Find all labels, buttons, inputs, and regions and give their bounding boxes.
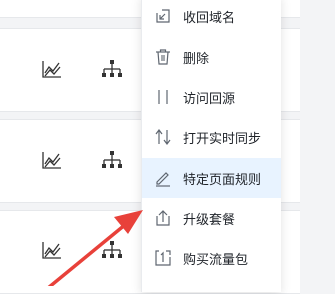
menu-item-buy-traffic[interactable]: 购买流量包 [142,238,281,278]
traffic-pack-icon [155,250,171,266]
menu-item-label: 购买流量包 [183,252,249,268]
menu-item-reclaim-domain[interactable]: 收回域名 [142,0,281,36]
menu-item-upgrade-plan[interactable]: 升级套餐 [142,198,281,238]
menu-item-label: 删除 [183,51,210,67]
origin-access-icon [158,90,168,104]
topology-icon[interactable] [101,239,123,261]
pencil-icon [156,172,170,187]
menu-item-label: 打开实时同步 [183,131,262,147]
menu-item-label: 特定页面规则 [183,172,262,188]
menu-item-page-rules[interactable]: 特定页面规则 [142,158,281,198]
menu-item-origin-access[interactable]: 访问回源 [142,77,281,117]
more-actions-menu: 收回域名 删除 访问回源 打开实时同步 特定页面规则 升级套餐 购买流量包 [141,0,281,292]
menu-item-realtime-sync[interactable]: 打开实时同步 [142,117,281,157]
upgrade-icon [156,210,170,226]
sync-arrows-icon [155,129,171,145]
menu-item-label: 升级套餐 [183,212,236,228]
trash-icon [156,49,170,65]
domain-reclaim-icon [156,9,170,23]
topology-icon[interactable] [101,149,123,171]
menu-item-delete[interactable]: 删除 [142,37,281,77]
trend-chart-icon[interactable] [41,58,63,80]
menu-item-label: 收回域名 [183,10,236,26]
menu-item-label: 访问回源 [183,91,236,107]
trend-chart-icon[interactable] [41,149,63,171]
table-right-edge [300,0,335,286]
trend-chart-icon[interactable] [41,239,63,261]
topology-icon[interactable] [101,58,123,80]
